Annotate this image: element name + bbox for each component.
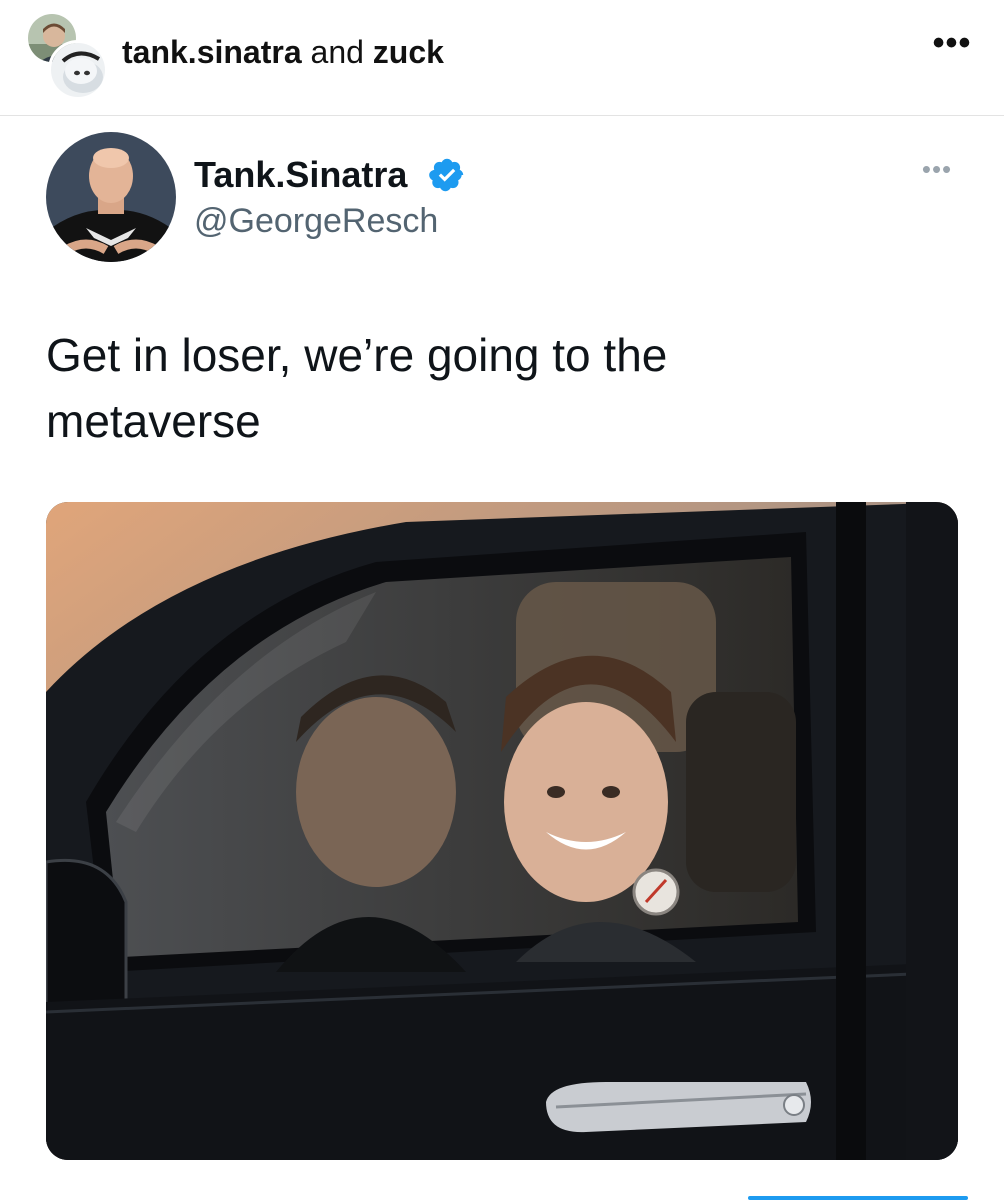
tweet-media-photo[interactable] — [46, 502, 958, 1160]
tweet-display-name[interactable]: Tank.Sinatra — [194, 154, 407, 196]
tweet-author-avatar[interactable] — [46, 132, 176, 262]
post-header-title: tank.sinatra and zuck — [122, 30, 444, 74]
verified-badge-icon — [428, 156, 466, 194]
tweet-text-line-1: Get in loser, we’re going to the — [46, 329, 668, 381]
tweet-more-icon[interactable]: ••• — [912, 156, 962, 190]
bottom-accent-bar — [748, 1196, 968, 1200]
post-header: tank.sinatra and zuck ••• — [0, 0, 1004, 116]
tweet-text: Get in loser, we’re going to the metaver… — [46, 322, 946, 454]
tweet-handle[interactable]: @GeorgeResch — [194, 200, 438, 242]
avatar-tank-sinatra[interactable] — [48, 40, 108, 100]
username-one[interactable]: tank.sinatra — [122, 34, 302, 70]
collab-avatars[interactable] — [22, 10, 112, 100]
more-options-icon[interactable]: ••• — [930, 26, 974, 72]
tweet-text-line-2: metaverse — [46, 395, 261, 447]
username-two[interactable]: zuck — [373, 34, 444, 70]
connector-text: and — [310, 34, 364, 70]
